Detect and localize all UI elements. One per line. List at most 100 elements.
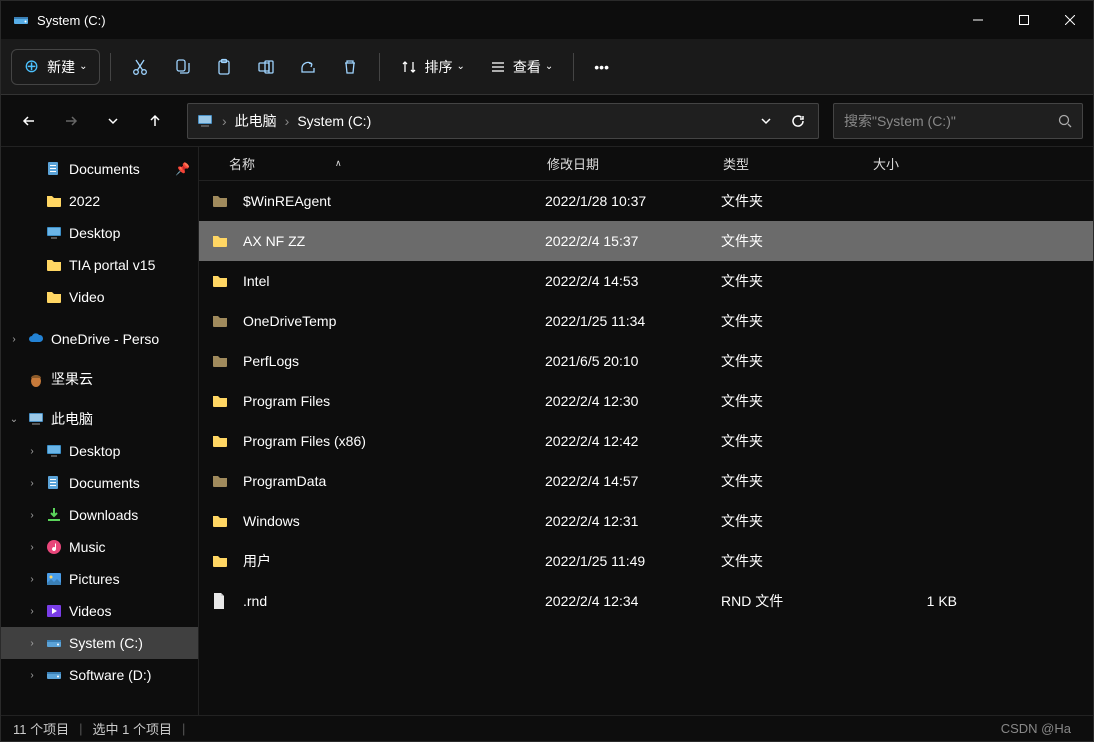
sidebar-thispc-desktop[interactable]: ›Desktop	[1, 435, 198, 467]
sidebar-thispc-documents[interactable]: › Documents	[1, 467, 198, 499]
chevron-down-icon: ⌄	[545, 61, 553, 72]
sidebar-thispc-music[interactable]: ›Music	[1, 531, 198, 563]
file-row[interactable]: OneDriveTemp2022/1/25 11:34文件夹	[199, 301, 1093, 341]
breadcrumb[interactable]: System (C:)	[297, 113, 371, 129]
rename-button[interactable]	[247, 49, 285, 85]
file-row[interactable]: ProgramData2022/2/4 14:57文件夹	[199, 461, 1093, 501]
recent-button[interactable]	[95, 103, 131, 139]
file-row[interactable]: .rnd2022/2/4 12:34RND 文件1 KB	[199, 581, 1093, 621]
chevron-right-icon[interactable]: ›	[25, 446, 39, 457]
sidebar-quick-2022[interactable]: 2022	[1, 185, 198, 217]
sidebar-thispc[interactable]: ⌄ 此电脑	[1, 403, 198, 435]
sidebar-thispc-pictures[interactable]: ›Pictures	[1, 563, 198, 595]
sidebar-item-label: 此电脑	[51, 409, 198, 429]
address-bar[interactable]: › 此电脑 › System (C:)	[187, 103, 819, 139]
new-label: 新建	[47, 57, 75, 77]
sidebar-jianguo[interactable]: 坚果云	[1, 363, 198, 395]
sort-button[interactable]: 排序 ⌄	[390, 49, 474, 85]
folder-muted-icon	[211, 352, 235, 370]
share-button[interactable]	[289, 49, 327, 85]
sort-arrow-icon: ∧	[335, 158, 342, 169]
file-date: 2022/2/4 15:37	[545, 233, 721, 249]
search-input[interactable]: 搜索"System (C:)"	[833, 103, 1083, 139]
minimize-button[interactable]	[955, 1, 1001, 39]
file-name: PerfLogs	[235, 353, 545, 369]
file-icon	[211, 592, 235, 610]
paste-button[interactable]	[205, 49, 243, 85]
file-row[interactable]: Program Files2022/2/4 12:30文件夹	[199, 381, 1093, 421]
chevron-right-icon[interactable]: ›	[25, 542, 39, 553]
cut-button[interactable]	[121, 49, 159, 85]
sidebar-onedrive[interactable]: ›OneDrive - Perso	[1, 323, 198, 355]
col-name[interactable]: 名称∧	[229, 154, 547, 173]
documents-icon	[45, 474, 63, 492]
chevron-down-icon[interactable]: ⌄	[7, 414, 21, 425]
file-type: RND 文件	[721, 591, 873, 611]
file-name: Program Files (x86)	[235, 433, 545, 449]
file-row[interactable]: Intel2022/2/4 14:53文件夹	[199, 261, 1093, 301]
file-size: 1 KB	[873, 593, 957, 609]
chevron-down-icon[interactable]	[754, 109, 778, 133]
file-type: 文件夹	[721, 471, 873, 491]
separator	[379, 53, 380, 81]
col-size[interactable]: 大小	[873, 154, 963, 173]
sidebar-item-label: Documents	[69, 475, 198, 491]
file-row[interactable]: Program Files (x86)2022/2/4 12:42文件夹	[199, 421, 1093, 461]
maximize-button[interactable]	[1001, 1, 1047, 39]
music-icon	[45, 538, 63, 556]
delete-button[interactable]	[331, 49, 369, 85]
sidebar-thispc-softwared[interactable]: ›Software (D:)	[1, 659, 198, 691]
file-date: 2022/2/4 14:53	[545, 273, 721, 289]
sidebar-quick-documents[interactable]: Documents📌	[1, 153, 198, 185]
file-type: 文件夹	[721, 511, 873, 531]
file-name: $WinREAgent	[235, 193, 545, 209]
sidebar-item-label: Documents	[69, 161, 169, 177]
folder-icon	[211, 272, 235, 290]
sidebar-thispc-videos[interactable]: ›Videos	[1, 595, 198, 627]
file-name: Windows	[235, 513, 545, 529]
new-button[interactable]: ⊕ 新建 ⌄	[11, 49, 100, 85]
sidebar-quick-desktop[interactable]: Desktop	[1, 217, 198, 249]
file-name: AX NF ZZ	[235, 233, 545, 249]
copy-button[interactable]	[163, 49, 201, 85]
file-row[interactable]: PerfLogs2021/6/5 20:10文件夹	[199, 341, 1093, 381]
file-list: 名称∧ 修改日期 类型 大小 $WinREAgent2022/1/28 10:3…	[199, 147, 1093, 715]
back-button[interactable]	[11, 103, 47, 139]
close-button[interactable]	[1047, 1, 1093, 39]
folder-muted-icon	[211, 312, 235, 330]
file-date: 2022/2/4 12:31	[545, 513, 721, 529]
file-date: 2022/2/4 12:30	[545, 393, 721, 409]
watermark: CSDN @Ha	[1001, 721, 1071, 736]
sidebar-thispc-downloads[interactable]: ›Downloads	[1, 499, 198, 531]
sidebar-quick-video[interactable]: Video	[1, 281, 198, 313]
drive-icon	[13, 12, 29, 28]
sort-label: 排序	[424, 57, 452, 77]
toolbar: ⊕ 新建 ⌄ 排序 ⌄ 查看 ⌄ •••	[1, 39, 1093, 95]
up-button[interactable]	[137, 103, 173, 139]
col-date[interactable]: 修改日期	[547, 154, 723, 173]
file-row[interactable]: AX NF ZZ2022/2/4 15:37文件夹	[199, 221, 1093, 261]
file-date: 2022/1/28 10:37	[545, 193, 721, 209]
chevron-right-icon[interactable]: ›	[25, 510, 39, 521]
chevron-right-icon[interactable]: ›	[25, 574, 39, 585]
refresh-button[interactable]	[786, 109, 810, 133]
breadcrumb[interactable]: 此电脑	[235, 111, 277, 131]
view-button[interactable]: 查看 ⌄	[479, 49, 563, 85]
chevron-right-icon[interactable]: ›	[25, 606, 39, 617]
col-type[interactable]: 类型	[723, 154, 873, 173]
sidebar-item-label: Desktop	[69, 225, 198, 241]
sidebar-thispc-systemc[interactable]: ›System (C:)	[1, 627, 198, 659]
chevron-right-icon[interactable]: ›	[7, 334, 21, 345]
more-button[interactable]: •••	[584, 49, 619, 85]
chevron-right-icon[interactable]: ›	[25, 638, 39, 649]
file-row[interactable]: 用户2022/1/25 11:49文件夹	[199, 541, 1093, 581]
sidebar-quick-tia portal v15[interactable]: TIA portal v15	[1, 249, 198, 281]
documents-icon	[45, 160, 63, 178]
file-row[interactable]: Windows2022/2/4 12:31文件夹	[199, 501, 1093, 541]
file-name: .rnd	[235, 593, 545, 609]
chevron-right-icon[interactable]: ›	[25, 478, 39, 489]
chevron-right-icon[interactable]: ›	[25, 670, 39, 681]
forward-button[interactable]	[53, 103, 89, 139]
file-type: 文件夹	[721, 391, 873, 411]
file-row[interactable]: $WinREAgent2022/1/28 10:37文件夹	[199, 181, 1093, 221]
